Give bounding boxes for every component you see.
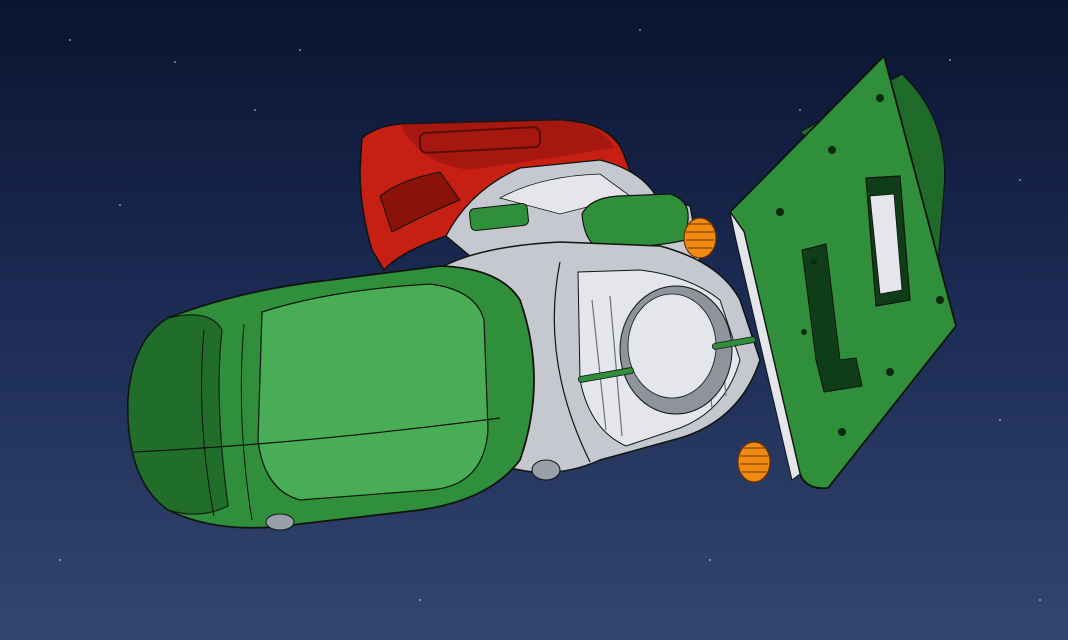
spindle-collar-face — [627, 293, 717, 399]
green-clamp-block — [581, 193, 689, 249]
base-plate[interactable] — [728, 54, 957, 490]
grip-screw-hole — [265, 513, 295, 531]
adjust-knob-upper[interactable] — [683, 217, 717, 259]
grip-panel — [257, 283, 489, 501]
cad-scene[interactable] — [0, 0, 1068, 640]
adjust-knob-lower[interactable] — [737, 441, 771, 483]
grip-end-cap — [127, 314, 229, 515]
grip-housing[interactable] — [127, 265, 561, 531]
cad-viewport[interactable] — [0, 0, 1068, 640]
housing-screw-hole — [531, 459, 561, 481]
